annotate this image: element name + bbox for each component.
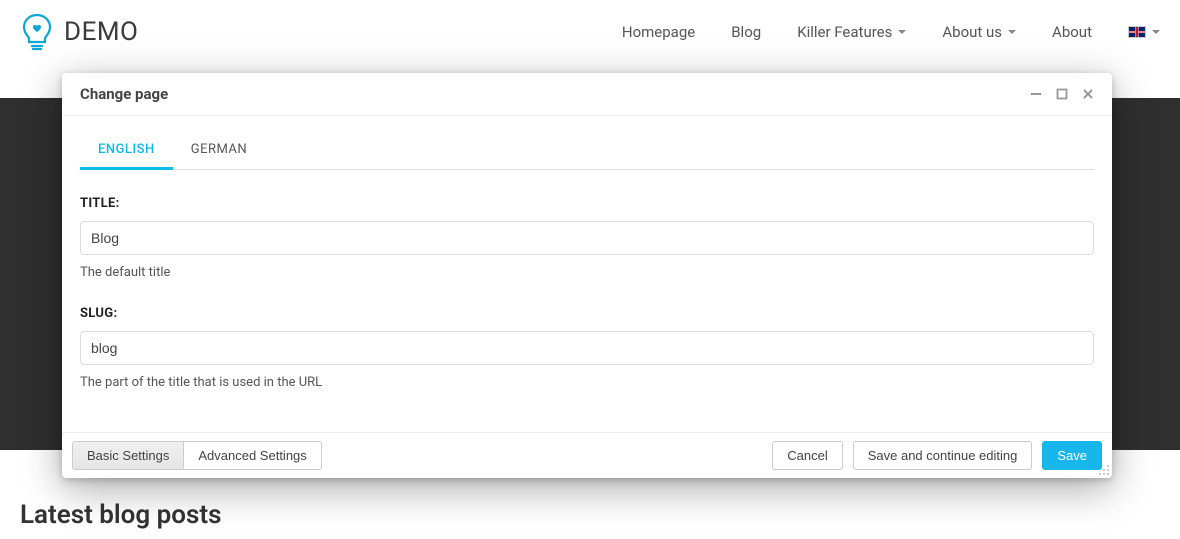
chevron-down-icon	[1008, 30, 1016, 34]
tab-advanced-settings[interactable]: Advanced Settings	[183, 442, 320, 469]
modal-window-controls	[1030, 88, 1094, 100]
field-title: TITLE: The default title	[80, 196, 1094, 280]
brand-text: DEMO	[64, 17, 138, 47]
nav-label: About us	[942, 23, 1002, 41]
modal-scroll[interactable]: ENGLISH GERMAN TITLE: The default title …	[62, 116, 1112, 432]
title-input[interactable]	[80, 221, 1094, 255]
chevron-down-icon	[898, 30, 906, 34]
cancel-button[interactable]: Cancel	[772, 441, 842, 470]
uk-flag-icon	[1128, 26, 1146, 38]
tab-german[interactable]: GERMAN	[173, 130, 265, 170]
main-nav: Homepage Blog Killer Features About us A…	[622, 23, 1160, 41]
brand-wrap: DEMO	[20, 12, 138, 52]
modal-footer: Basic Settings Advanced Settings Cancel …	[62, 432, 1112, 478]
field-slug: SLUG: The part of the title that is used…	[80, 306, 1094, 390]
lightbulb-heart-icon	[20, 12, 54, 52]
slug-help: The part of the title that is used in th…	[80, 375, 1094, 390]
save-continue-button[interactable]: Save and continue editing	[853, 441, 1033, 470]
page-heading: Latest blog posts	[20, 500, 221, 530]
title-label: TITLE:	[80, 196, 1094, 211]
slug-label: SLUG:	[80, 306, 1094, 321]
language-switcher[interactable]	[1128, 26, 1160, 38]
tab-basic-settings[interactable]: Basic Settings	[73, 442, 183, 469]
tab-label: GERMAN	[191, 142, 247, 157]
language-tabs: ENGLISH GERMAN	[80, 130, 1094, 170]
nav-blog[interactable]: Blog	[731, 23, 761, 41]
tab-english[interactable]: ENGLISH	[80, 130, 173, 170]
close-icon[interactable]	[1082, 88, 1094, 100]
modal-title: Change page	[80, 85, 168, 103]
maximize-icon[interactable]	[1056, 88, 1068, 100]
slug-input[interactable]	[80, 331, 1094, 365]
nav-killer-features[interactable]: Killer Features	[797, 23, 906, 41]
nav-label: Blog	[731, 23, 761, 41]
title-help: The default title	[80, 265, 1094, 280]
save-button[interactable]: Save	[1042, 441, 1102, 470]
footer-actions: Cancel Save and continue editing Save	[772, 441, 1102, 470]
nav-homepage[interactable]: Homepage	[622, 23, 695, 41]
top-navbar: DEMO Homepage Blog Killer Features About…	[0, 0, 1180, 64]
settings-tab-group: Basic Settings Advanced Settings	[72, 441, 322, 470]
minimize-icon[interactable]	[1030, 88, 1042, 100]
chevron-down-icon	[1152, 30, 1160, 34]
nav-label: Killer Features	[797, 23, 892, 41]
nav-label: About	[1052, 23, 1092, 41]
nav-label: Homepage	[622, 23, 695, 41]
modal-body: ENGLISH GERMAN TITLE: The default title …	[62, 116, 1112, 432]
nav-about-us[interactable]: About us	[942, 23, 1016, 41]
modal-header: Change page	[62, 73, 1112, 116]
resize-handle-icon[interactable]	[1098, 464, 1110, 476]
change-page-modal: Change page ENGLISH GERMAN	[62, 73, 1112, 478]
tab-label: ENGLISH	[98, 142, 155, 157]
nav-about[interactable]: About	[1052, 23, 1092, 41]
